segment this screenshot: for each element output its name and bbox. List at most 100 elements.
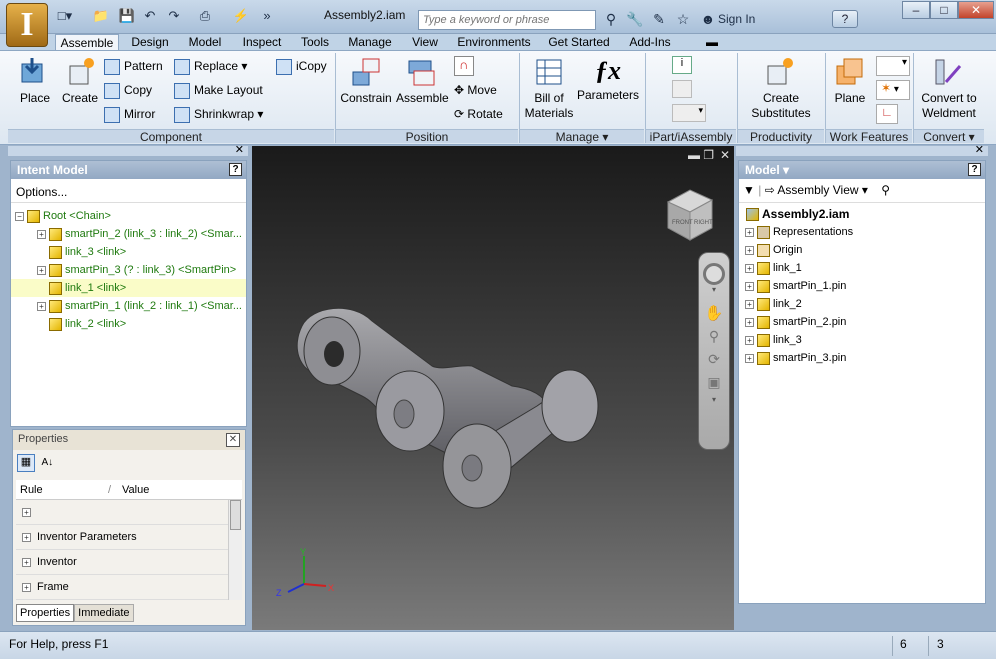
- tab-tools[interactable]: Tools: [296, 34, 334, 50]
- create-button[interactable]: Create: [60, 56, 100, 116]
- joint-magnet-icon[interactable]: ∩: [454, 56, 474, 76]
- assembly-view-dropdown[interactable]: ⇨ Assembly View ▾: [765, 183, 868, 197]
- expand-toggle-icon[interactable]: +: [745, 227, 754, 237]
- expand-toggle-icon[interactable]: +: [22, 532, 31, 542]
- properties-scrollbar[interactable]: [228, 500, 242, 600]
- expand-toggle-icon[interactable]: −: [15, 211, 24, 221]
- group-manage[interactable]: Manage ▾: [520, 129, 644, 144]
- create-iassembly-icon[interactable]: [672, 80, 692, 98]
- plane-button[interactable]: Plane: [830, 56, 870, 116]
- rotate-button[interactable]: ⟳ Rotate: [454, 105, 503, 123]
- expand-toggle-icon[interactable]: +: [22, 582, 31, 592]
- sort-alphabetical-icon[interactable]: A↓: [38, 457, 56, 475]
- graphics-viewport[interactable]: ▬ ❐ ✕ FRONT RIGHT ▾ ✋ ⚲ ⟳ ▣ ▾ Y X Z: [252, 146, 734, 630]
- create-ipart-icon[interactable]: i: [672, 56, 692, 74]
- expand-toggle-icon[interactable]: +: [745, 245, 754, 255]
- constrain-button[interactable]: Constrain: [340, 56, 392, 116]
- replace-button[interactable]: Replace ▾: [174, 57, 247, 75]
- maximize-button[interactable]: □: [930, 1, 958, 19]
- tab-manage[interactable]: Manage: [344, 34, 396, 50]
- tab-model[interactable]: Model: [184, 34, 226, 50]
- model-tree-item[interactable]: + Origin: [743, 241, 981, 259]
- model-tree-item[interactable]: + link_1: [743, 259, 981, 277]
- expand-toggle-icon[interactable]: +: [37, 301, 46, 311]
- model-tree-item[interactable]: + smartPin_3.pin: [743, 349, 981, 367]
- expand-toggle-icon[interactable]: +: [22, 507, 31, 517]
- steering-wheel-icon[interactable]: [703, 263, 725, 285]
- place-button[interactable]: Place: [18, 56, 52, 116]
- categorized-icon[interactable]: ▦: [17, 454, 35, 472]
- intent-tree-item[interactable]: + smartPin_2 (link_3 : link_2) <Smar...: [11, 225, 246, 243]
- new-file-icon[interactable]: □▾: [56, 8, 74, 24]
- intent-tree-item[interactable]: link_3 <link>: [11, 243, 246, 261]
- close-window-button[interactable]: ✕: [958, 1, 994, 19]
- sign-in-link[interactable]: Sign In: [718, 12, 755, 26]
- expand-toggle-icon[interactable]: +: [745, 317, 754, 327]
- intent-tree-item[interactable]: + smartPin_3 (? : link_3) <SmartPin>: [11, 261, 246, 279]
- help-icon[interactable]: ?: [968, 163, 981, 176]
- expand-toggle-icon[interactable]: +: [745, 335, 754, 345]
- axis-icon[interactable]: ▾: [876, 56, 910, 76]
- search-input[interactable]: [418, 10, 596, 30]
- communication-icon[interactable]: ✎: [650, 10, 668, 28]
- zoom-icon[interactable]: ⚲: [699, 328, 729, 345]
- tab-inspect[interactable]: Inspect: [238, 34, 286, 50]
- orbit-icon[interactable]: ⟳: [699, 351, 729, 368]
- scroll-thumb[interactable]: [230, 500, 241, 530]
- expand-toggle-icon[interactable]: +: [22, 557, 31, 567]
- print-icon[interactable]: ⎙: [196, 8, 214, 24]
- tab-assemble[interactable]: Assemble: [55, 34, 119, 50]
- favorites-star-icon[interactable]: ☆: [674, 10, 692, 28]
- bill-of-materials-button[interactable]: Bill of Materials: [522, 56, 576, 122]
- expand-toggle-icon[interactable]: +: [745, 263, 754, 273]
- convert-to-weldment-button[interactable]: Convert to Weldment: [916, 56, 982, 122]
- move-button[interactable]: ✥ Move: [454, 81, 497, 99]
- property-row[interactable]: + Inventor Parameters: [16, 525, 228, 550]
- intent-tree-item[interactable]: − Root <Chain>: [11, 207, 246, 225]
- expand-toggle-icon[interactable]: +: [37, 265, 46, 275]
- model-tree-item[interactable]: + smartPin_1.pin: [743, 277, 981, 295]
- link-2[interactable]: [541, 369, 599, 443]
- create-substitutes-button[interactable]: Create Substitutes: [742, 56, 820, 122]
- tab-environments[interactable]: Environments: [453, 34, 535, 50]
- make-layout-button[interactable]: Make Layout: [174, 81, 263, 99]
- tab-properties[interactable]: Properties: [16, 604, 75, 622]
- help-button[interactable]: ?: [832, 10, 858, 28]
- expand-toggle-icon[interactable]: +: [745, 281, 754, 291]
- model-tree-item[interactable]: + link_2: [743, 295, 981, 313]
- model-tree-item[interactable]: + link_3: [743, 331, 981, 349]
- property-row[interactable]: +: [16, 500, 228, 525]
- intent-panel-close-icon[interactable]: ✕: [235, 143, 244, 156]
- ribbon-options-icon[interactable]: ▬: [700, 34, 724, 50]
- edit-factory-icon[interactable]: ▾: [672, 104, 706, 122]
- property-row[interactable]: + Inventor: [16, 550, 228, 575]
- expand-toggle-icon[interactable]: +: [37, 229, 46, 239]
- viewport-close-icon[interactable]: ✕: [720, 148, 730, 162]
- viewport-restore-icon[interactable]: ❐: [703, 148, 714, 162]
- more-qat-icon[interactable]: »: [258, 8, 276, 24]
- copy-button[interactable]: Copy: [104, 81, 152, 99]
- chain-assembly-model[interactable]: [292, 296, 632, 516]
- help-icon[interactable]: ?: [229, 163, 242, 176]
- model-root[interactable]: Assembly2.iam: [743, 205, 981, 223]
- tab-view[interactable]: View: [407, 34, 443, 50]
- find-binoculars-icon[interactable]: ⚲: [881, 183, 890, 197]
- application-menu-button[interactable]: I: [6, 3, 48, 47]
- filter-icon[interactable]: ▼: [743, 183, 755, 197]
- tab-design[interactable]: Design: [127, 34, 173, 50]
- intent-tree-item[interactable]: + smartPin_1 (link_2 : link_1) <Smar...: [11, 297, 246, 315]
- expand-toggle-icon[interactable]: +: [745, 299, 754, 309]
- wheel-dropdown-icon[interactable]: ▾: [699, 285, 729, 294]
- viewcube[interactable]: FRONT RIGHT: [664, 186, 716, 242]
- ucs-icon[interactable]: ∟: [876, 104, 898, 124]
- assemble-button[interactable]: Assemble: [396, 56, 449, 116]
- intent-tree-item[interactable]: link_1 <link>: [11, 279, 246, 297]
- tab-get-started[interactable]: Get Started: [545, 34, 613, 50]
- options-menu[interactable]: Options...: [11, 179, 246, 203]
- point-icon[interactable]: ✶ ▾: [876, 80, 910, 100]
- redo-icon[interactable]: ↷: [165, 8, 183, 24]
- intent-tree-item[interactable]: link_2 <link>: [11, 315, 246, 333]
- parameters-button[interactable]: ƒx Parameters: [576, 56, 640, 116]
- save-icon[interactable]: 💾: [118, 8, 136, 24]
- open-folder-icon[interactable]: 📁: [92, 8, 110, 24]
